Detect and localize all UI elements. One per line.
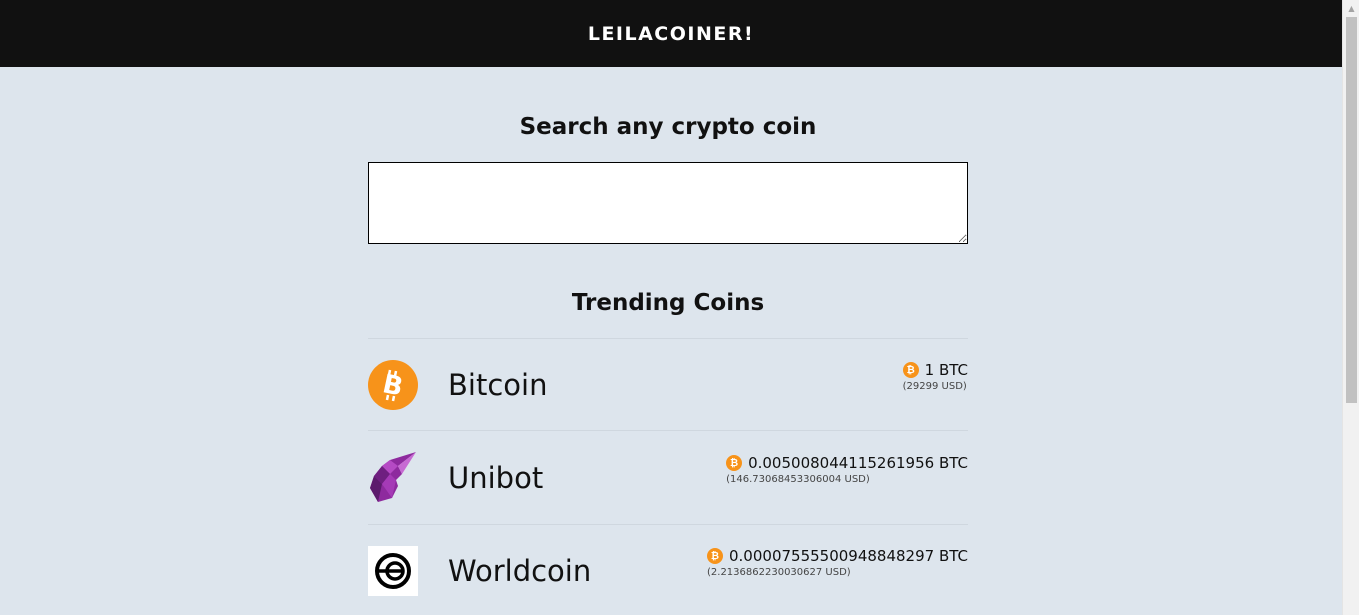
- coin-row-worldcoin[interactable]: Worldcoin ₿ 0.00007555500948848297 BTC (…: [368, 525, 968, 615]
- unicorn-logo-icon: [368, 451, 418, 503]
- coin-row-bitcoin[interactable]: B Bitcoin ₿ 1 BTC (29299 USD): [368, 339, 968, 431]
- coin-price: ₿ 1 BTC (29299 USD): [902, 361, 968, 392]
- coin-name: Worldcoin: [448, 553, 592, 588]
- vertical-scrollbar[interactable]: ▲: [1342, 0, 1359, 615]
- scrollbar-thumb[interactable]: [1346, 17, 1357, 403]
- trending-coin-list: B Bitcoin ₿ 1 BTC (29299 USD) Unibot ₿ 0…: [368, 338, 968, 615]
- price-btc: 0.005008044115261956 BTC: [748, 454, 968, 472]
- price-usd: (2.2136862230030627 USD): [707, 567, 851, 578]
- worldcoin-logo-icon: [368, 545, 418, 596]
- btc-icon: ₿: [902, 362, 919, 378]
- price-usd: (146.73068453306004 USD): [726, 474, 870, 485]
- coin-name: Unibot: [448, 460, 544, 495]
- search-heading: Search any crypto coin: [519, 114, 817, 140]
- brand-title[interactable]: LEILACOINER!: [588, 23, 754, 45]
- bitcoin-logo-icon: B: [368, 359, 418, 410]
- coin-price: ₿ 0.005008044115261956 BTC (146.73068453…: [726, 454, 968, 485]
- search-input[interactable]: [368, 162, 968, 244]
- btc-icon: ₿: [707, 548, 723, 564]
- trending-heading: Trending Coins: [571, 290, 765, 316]
- scroll-up-arrow-icon[interactable]: ▲: [1343, 0, 1359, 17]
- coin-row-unibot[interactable]: Unibot ₿ 0.005008044115261956 BTC (146.7…: [368, 431, 968, 525]
- btc-icon: ₿: [726, 455, 743, 471]
- coin-name: Bitcoin: [448, 367, 548, 402]
- top-navbar: LEILACOINER!: [0, 0, 1342, 67]
- main-content: Search any crypto coin Trending Coins B …: [368, 67, 968, 615]
- price-usd: (29299 USD): [902, 381, 967, 392]
- price-btc: 0.00007555500948848297 BTC: [729, 547, 968, 565]
- coin-price: ₿ 0.00007555500948848297 BTC (2.21368622…: [707, 547, 968, 578]
- price-btc: 1 BTC: [924, 361, 968, 379]
